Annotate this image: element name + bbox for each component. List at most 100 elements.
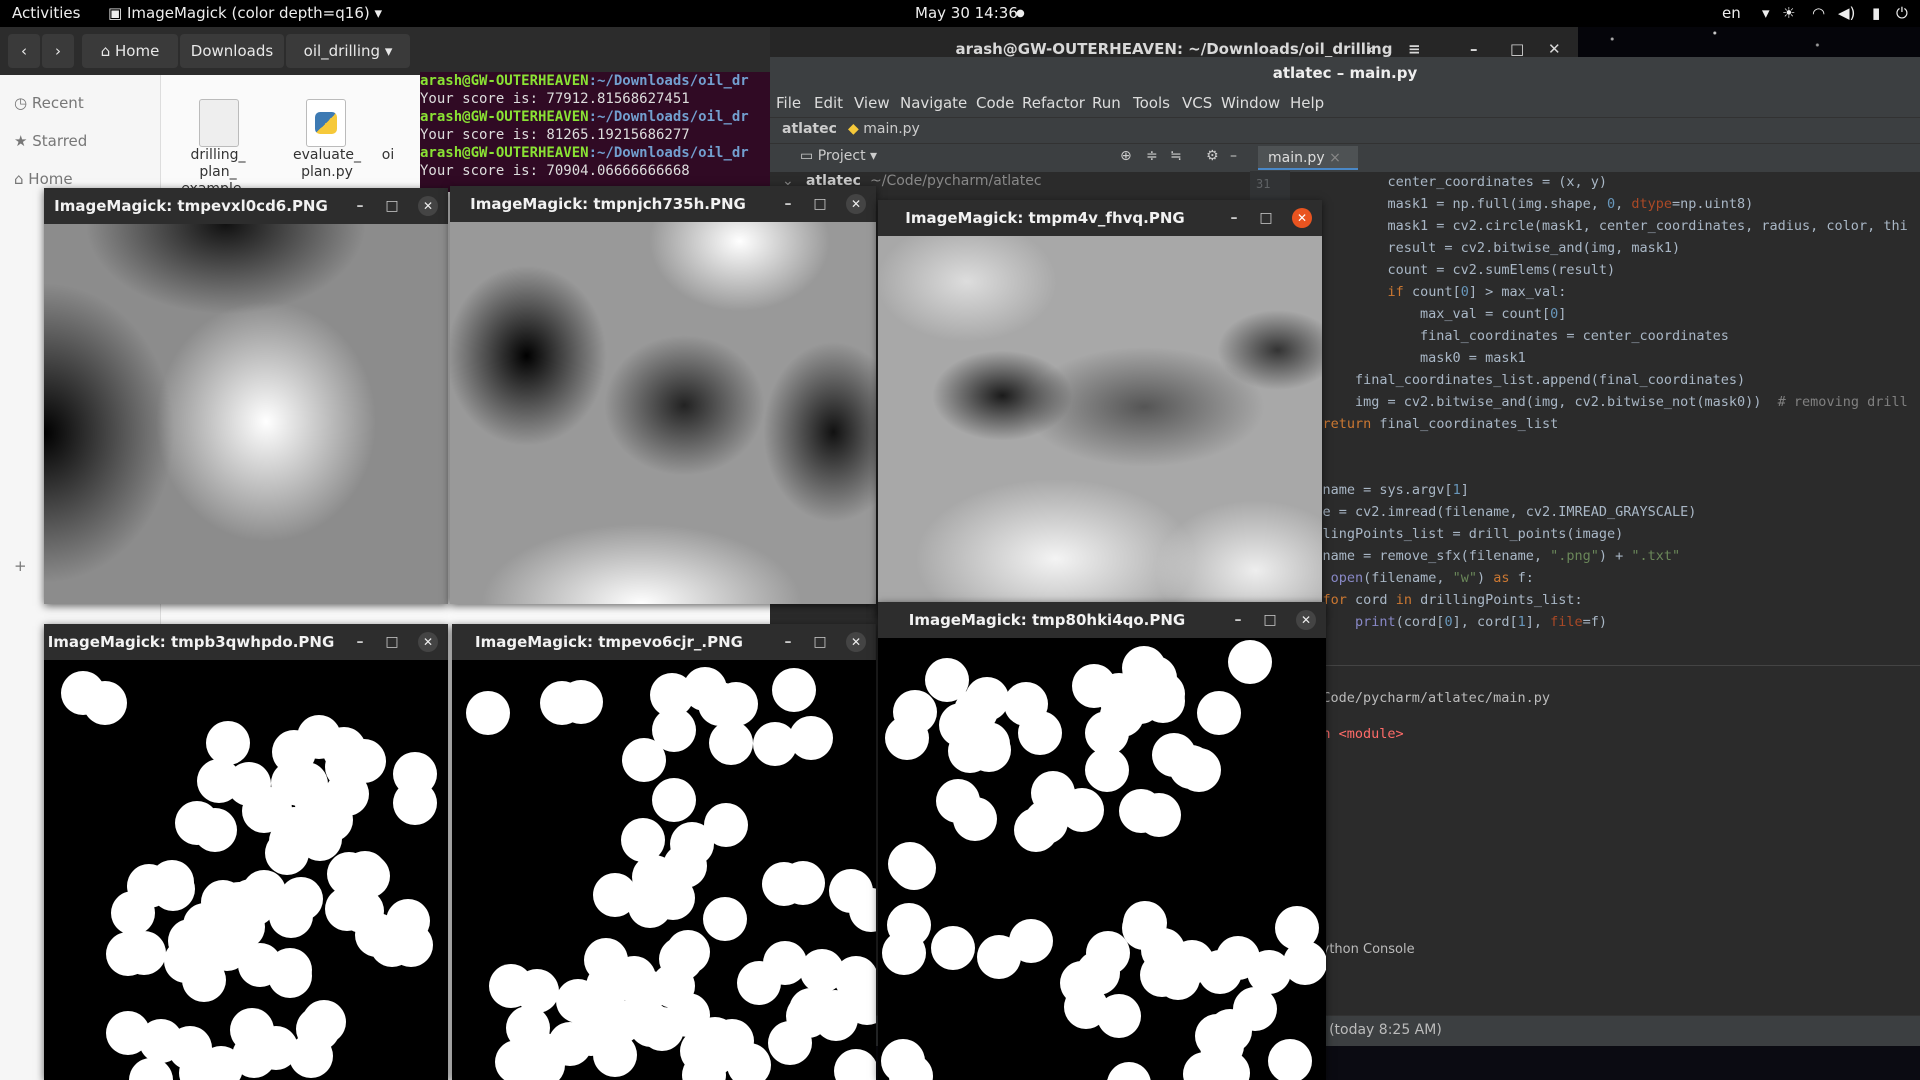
battery-icon[interactable]: ▮ bbox=[1872, 4, 1880, 22]
wifi-icon[interactable]: ◠ bbox=[1812, 4, 1825, 22]
path-home[interactable]: ⌂ Home bbox=[82, 34, 178, 68]
activities-button[interactable]: Activities bbox=[12, 4, 80, 22]
imagemagick-window-6[interactable]: ImageMagick: tmp80hki4qo.PNG – □ ✕ bbox=[878, 602, 1326, 1080]
menu-refactor[interactable]: Refactor bbox=[1022, 94, 1085, 112]
drill-circle bbox=[622, 737, 667, 782]
drill-circle bbox=[622, 968, 667, 1013]
sidebar-item-recent[interactable]: ◷ Recent bbox=[14, 94, 84, 112]
drill-circle bbox=[889, 1054, 934, 1080]
menu-tools[interactable]: Tools bbox=[1133, 94, 1170, 112]
drill-circle bbox=[121, 931, 166, 976]
drill-circle bbox=[237, 942, 282, 987]
gear-icon[interactable]: ⚙ bbox=[1206, 148, 1219, 164]
menu-view[interactable]: View bbox=[854, 94, 890, 112]
locate-icon[interactable]: ⊕ bbox=[1120, 148, 1132, 164]
drill-circle bbox=[466, 690, 511, 735]
minimize-button[interactable]: – bbox=[778, 194, 798, 214]
sidebar-item-other-locations[interactable]: + bbox=[14, 557, 27, 575]
code-editor[interactable]: center_coordinates = (x, y) mask1 = np.f… bbox=[1290, 171, 1920, 731]
tab-main-py[interactable]: main.py × bbox=[1258, 146, 1358, 170]
close-button[interactable]: ✕ bbox=[418, 632, 438, 652]
drill-circle bbox=[651, 778, 696, 823]
power-icon[interactable]: ⏻ bbox=[1896, 4, 1908, 22]
python-file-icon: ◆ bbox=[848, 121, 859, 137]
close-button[interactable]: ✕ bbox=[846, 194, 866, 214]
sidebar-item-starred[interactable]: ★ Starred bbox=[14, 132, 87, 150]
drill-circle bbox=[278, 877, 323, 922]
minimize-button[interactable]: – bbox=[1228, 610, 1248, 630]
brightness-icon[interactable]: ☀ bbox=[1782, 4, 1795, 22]
maximize-button[interactable]: □ bbox=[382, 196, 402, 216]
close-tab-icon[interactable]: × bbox=[1329, 150, 1341, 166]
text-file-icon[interactable] bbox=[199, 99, 239, 147]
drill-circle bbox=[1196, 690, 1241, 735]
maximize-button[interactable]: □ bbox=[810, 632, 830, 652]
expand-all-icon[interactable]: ≑ bbox=[1146, 148, 1158, 164]
menu-file[interactable]: File bbox=[776, 94, 801, 112]
back-button[interactable]: ‹ bbox=[8, 34, 40, 68]
forward-button[interactable]: › bbox=[42, 34, 74, 68]
python-file-icon[interactable] bbox=[306, 99, 346, 147]
terminal-output[interactable]: arash@GW-OUTERHEAVEN:~/Downloads/oil_dr … bbox=[420, 72, 780, 192]
menu-edit[interactable]: Edit bbox=[814, 94, 843, 112]
drill-circle bbox=[1031, 770, 1076, 815]
drill-circle bbox=[1097, 994, 1142, 1039]
chevron-left-icon: ‹ bbox=[21, 42, 27, 60]
sidebar-item-home[interactable]: ⌂ Home bbox=[14, 170, 73, 188]
menu-help[interactable]: Help bbox=[1290, 94, 1324, 112]
breadcrumb-file[interactable]: ◆ main.py bbox=[848, 121, 920, 137]
run-output-panel[interactable]: sh/Code/pycharm/atlatec/main.py , in <mo… bbox=[1290, 665, 1920, 1046]
drill-circle bbox=[558, 680, 603, 725]
minimize-button[interactable]: – bbox=[778, 632, 798, 652]
project-view-selector[interactable]: ▭ Project ▾ bbox=[800, 148, 877, 164]
terminal-line: arash@GW-OUTERHEAVEN:~/Downloads/oil_dr bbox=[420, 109, 749, 125]
menu-code[interactable]: Code bbox=[976, 94, 1014, 112]
project-toolbar: ▭ Project ▾ ⊕ ≑ ≒ ⚙ – main.py × bbox=[770, 143, 1920, 172]
menu-vcs[interactable]: VCS bbox=[1182, 94, 1212, 112]
maximize-button[interactable]: □ bbox=[1260, 610, 1280, 630]
path-downloads[interactable]: Downloads bbox=[180, 34, 284, 68]
minimize-button[interactable]: – bbox=[1224, 208, 1244, 228]
hide-panel-icon[interactable]: – bbox=[1230, 148, 1237, 164]
chevron-right-icon: › bbox=[55, 42, 61, 60]
file-label-partial[interactable]: oi bbox=[368, 147, 408, 164]
close-button[interactable]: ✕ bbox=[846, 632, 866, 652]
clock[interactable]: May 30 14:36 bbox=[915, 4, 1018, 22]
menu-navigate[interactable]: Navigate bbox=[900, 94, 967, 112]
app-menu[interactable]: ▣ ImageMagick (color depth=q16) ▾ bbox=[108, 4, 382, 22]
close-button[interactable]: ✕ bbox=[1296, 610, 1316, 630]
imagemagick-window-2[interactable]: ImageMagick: tmpnjch735h.PNG – □ ✕ bbox=[450, 186, 876, 604]
minimize-button[interactable]: – bbox=[350, 632, 370, 652]
maximize-button[interactable]: □ bbox=[810, 194, 830, 214]
collapse-all-icon[interactable]: ≒ bbox=[1170, 148, 1182, 164]
window-titlebar: ImageMagick: tmpb3qwhpdo.PNG – □ ✕ bbox=[44, 624, 448, 660]
maximize-button[interactable]: □ bbox=[382, 632, 402, 652]
breadcrumb-project[interactable]: atlatec bbox=[782, 121, 837, 137]
imagemagick-window-4[interactable]: ImageMagick: tmpb3qwhpdo.PNG – □ ✕ bbox=[44, 624, 448, 1080]
drill-circle bbox=[669, 822, 714, 867]
menu-window[interactable]: Window bbox=[1221, 94, 1280, 112]
close-button[interactable]: ✕ bbox=[418, 196, 438, 216]
file-label-evaluate-plan[interactable]: evaluate_ plan.py bbox=[282, 147, 372, 181]
volume-icon[interactable]: ◀) bbox=[1838, 4, 1855, 22]
imagemagick-window-1[interactable]: ImageMagick: tmpevxl0cd6.PNG – □ ✕ bbox=[44, 188, 448, 604]
desktop-wallpaper bbox=[1578, 27, 1920, 57]
drill-circle bbox=[771, 667, 816, 712]
drill-circle bbox=[891, 846, 936, 891]
drill-circle bbox=[753, 722, 798, 767]
drill-circle bbox=[1017, 710, 1062, 755]
window-titlebar: ImageMagick: tmpevxl0cd6.PNG – □ ✕ bbox=[44, 188, 448, 224]
terminal-line: arash@GW-OUTERHEAVEN:~/Downloads/oil_dr bbox=[420, 145, 749, 161]
window-title: ImageMagick: tmpnjch735h.PNG bbox=[470, 195, 746, 213]
drill-circle bbox=[175, 800, 220, 845]
window-title: ImageMagick: tmpevxl0cd6.PNG bbox=[54, 197, 328, 215]
imagemagick-window-5[interactable]: ImageMagick: tmpevo6cjr_.PNG – □ ✕ bbox=[452, 624, 876, 1080]
language-indicator[interactable]: en bbox=[1722, 4, 1741, 22]
close-button[interactable]: ✕ bbox=[1292, 208, 1312, 228]
drill-circle bbox=[182, 957, 227, 1002]
maximize-button[interactable]: □ bbox=[1256, 208, 1276, 228]
path-oil-drilling[interactable]: oil_drilling ▾ bbox=[286, 34, 410, 68]
imagemagick-window-3[interactable]: ImageMagick: tmpm4v_fhvq.PNG – □ ✕ bbox=[878, 200, 1322, 616]
minimize-button[interactable]: – bbox=[350, 196, 370, 216]
menu-run[interactable]: Run bbox=[1092, 94, 1121, 112]
